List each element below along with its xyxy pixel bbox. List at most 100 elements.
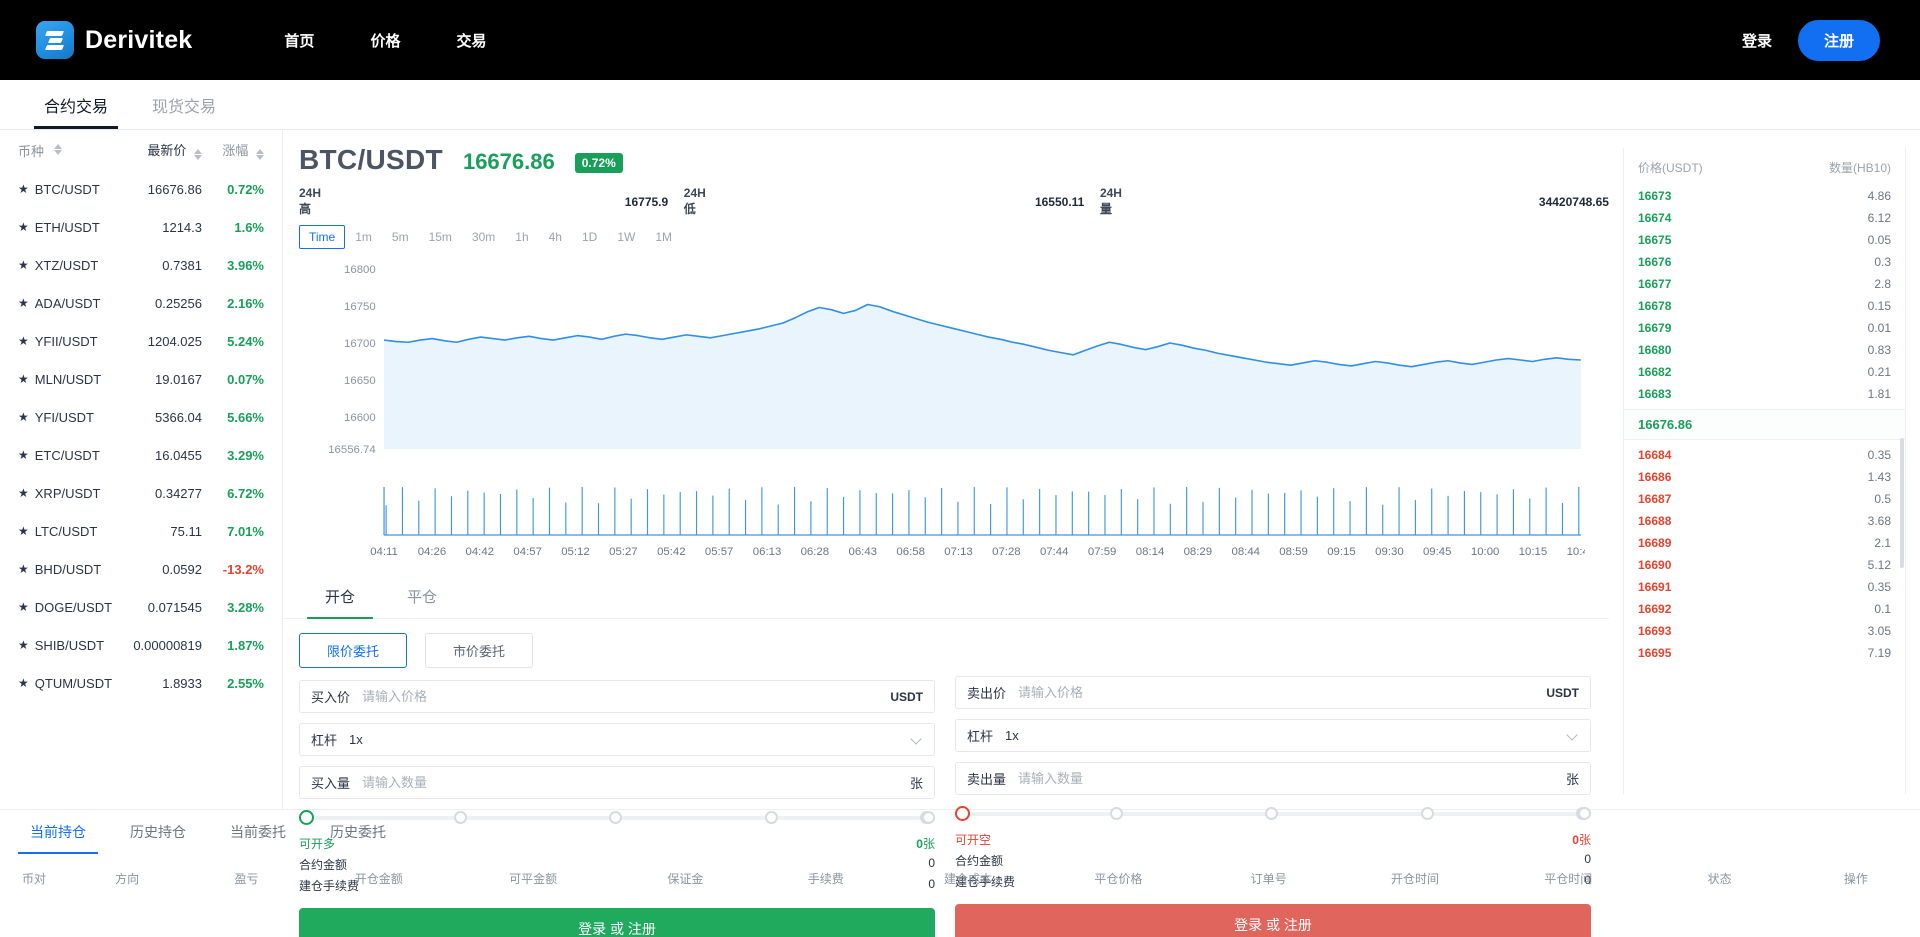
order-book-row[interactable]: 16695 7.19 xyxy=(1624,642,1905,664)
order-book-row[interactable]: 16683 1.81 xyxy=(1624,383,1905,405)
market-list-item[interactable]: ★ YFII/USDT 1204.025 5.24% xyxy=(0,322,282,360)
buy-leverage-select[interactable]: 杠杆 1x xyxy=(299,723,935,756)
sell-amount-field[interactable]: 卖出量 张 xyxy=(955,762,1591,795)
order-book-row[interactable]: 16680 0.83 xyxy=(1624,339,1905,361)
sell-slider-knob-25[interactable] xyxy=(1110,807,1124,820)
register-button[interactable]: 注册 xyxy=(1797,19,1880,61)
market-list-item[interactable]: ★ ETC/USDT 16.0455 3.29% xyxy=(0,436,282,474)
nav-link-prices[interactable]: 价格 xyxy=(370,30,400,51)
order-book-row[interactable]: 16679 0.01 xyxy=(1624,317,1905,339)
column-header-symbol[interactable]: 币种 xyxy=(18,141,122,160)
favorite-star-icon[interactable]: ★ xyxy=(18,221,29,233)
sell-leverage-select[interactable]: 杠杆 1x xyxy=(955,719,1591,752)
order-book-row[interactable]: 16677 2.8 xyxy=(1624,273,1905,295)
nav-link-trade[interactable]: 交易 xyxy=(456,30,486,51)
column-header-change[interactable]: 涨幅 xyxy=(202,140,264,161)
favorite-star-icon[interactable]: ★ xyxy=(18,411,29,423)
buy-slider-knob-end[interactable] xyxy=(922,811,935,824)
order-book-row[interactable]: 16687 0.5 xyxy=(1624,488,1905,510)
sell-slider-knob-end[interactable] xyxy=(1578,807,1591,820)
timeframe-button-4h[interactable]: 4h xyxy=(539,225,572,249)
order-book-row[interactable]: 16691 0.35 xyxy=(1624,576,1905,598)
sort-icon-price[interactable] xyxy=(194,148,202,160)
market-list-item[interactable]: ★ QTUM/USDT 1.8933 2.55% xyxy=(0,664,282,702)
order-book-row[interactable]: 16688 3.68 xyxy=(1624,510,1905,532)
order-book-row[interactable]: 16689 2.1 xyxy=(1624,532,1905,554)
buy-price-input[interactable] xyxy=(362,689,891,704)
sell-login-or-register-button[interactable]: 登录 或 注册 xyxy=(955,904,1591,937)
favorite-star-icon[interactable]: ★ xyxy=(18,449,29,461)
market-list-item[interactable]: ★ MLN/USDT 19.0167 0.07% xyxy=(0,360,282,398)
nav-link-home[interactable]: 首页 xyxy=(284,30,314,51)
column-header-price[interactable]: 最新价 xyxy=(122,140,202,161)
buy-price-field[interactable]: 买入价 USDT xyxy=(299,680,935,713)
timeframe-button-time[interactable]: Time xyxy=(299,225,346,249)
buy-slider-knob-25[interactable] xyxy=(454,811,468,824)
sort-icon-symbol[interactable] xyxy=(54,143,63,155)
order-book-row[interactable]: 16674 6.12 xyxy=(1624,207,1905,229)
positions-tab-2[interactable]: 当前委托 xyxy=(208,810,308,854)
login-link[interactable]: 登录 xyxy=(1742,30,1772,51)
buy-amount-input[interactable] xyxy=(362,775,910,790)
tab-spot-trading[interactable]: 现货交易 xyxy=(130,80,238,129)
market-list-item[interactable]: ★ BTC/USDT 16676.86 0.72% xyxy=(0,170,282,208)
market-list-item[interactable]: ★ YFI/USDT 5366.04 5.66% xyxy=(0,398,282,436)
favorite-star-icon[interactable]: ★ xyxy=(18,677,29,689)
order-book-row[interactable]: 16686 1.43 xyxy=(1624,466,1905,488)
buy-slider-knob-50[interactable] xyxy=(609,811,623,824)
timeframe-button-30m[interactable]: 30m xyxy=(462,225,505,249)
order-book-row[interactable]: 16692 0.1 xyxy=(1624,598,1905,620)
sell-slider-knob-75[interactable] xyxy=(1420,807,1434,820)
timeframe-button-15m[interactable]: 15m xyxy=(419,225,462,249)
timeframe-button-1m[interactable]: 1m xyxy=(345,225,382,249)
order-book-row[interactable]: 16682 0.21 xyxy=(1624,361,1905,383)
buy-slider-knob-75[interactable] xyxy=(764,811,778,824)
favorite-star-icon[interactable]: ★ xyxy=(18,487,29,499)
order-book-scrollbar[interactable] xyxy=(1900,438,1904,568)
tab-futures-trading[interactable]: 合约交易 xyxy=(22,80,130,129)
tab-close-position[interactable]: 平仓 xyxy=(381,575,463,618)
order-book-row[interactable]: 16676 0.3 xyxy=(1624,251,1905,273)
order-book-row[interactable]: 16690 5.12 xyxy=(1624,554,1905,576)
sell-price-input[interactable] xyxy=(1018,685,1547,700)
sell-amount-input[interactable] xyxy=(1018,771,1566,786)
chevron-down-icon[interactable] xyxy=(1568,730,1579,741)
order-book-row[interactable]: 16673 4.86 xyxy=(1624,185,1905,207)
market-list-item[interactable]: ★ SHIB/USDT 0.00000819 1.87% xyxy=(0,626,282,664)
favorite-star-icon[interactable]: ★ xyxy=(18,183,29,195)
order-book-row[interactable]: 16678 0.15 xyxy=(1624,295,1905,317)
timeframe-button-1h[interactable]: 1h xyxy=(505,225,538,249)
timeframe-button-1w[interactable]: 1W xyxy=(607,225,645,249)
buy-amount-field[interactable]: 买入量 张 xyxy=(299,766,935,799)
timeframe-button-1m[interactable]: 1M xyxy=(645,225,682,249)
market-list-item[interactable]: ★ XTZ/USDT 0.7381 3.96% xyxy=(0,246,282,284)
favorite-star-icon[interactable]: ★ xyxy=(18,297,29,309)
positions-tab-1[interactable]: 历史持仓 xyxy=(108,810,208,854)
favorite-star-icon[interactable]: ★ xyxy=(18,601,29,613)
sell-amount-slider[interactable] xyxy=(955,805,1591,823)
price-chart[interactable]: 16800 16750 16700 16650 16600 16556.74 04:11 04… xyxy=(283,255,1609,575)
favorite-star-icon[interactable]: ★ xyxy=(18,373,29,385)
favorite-star-icon[interactable]: ★ xyxy=(18,259,29,271)
chevron-down-icon[interactable] xyxy=(912,734,923,745)
timeframe-button-1d[interactable]: 1D xyxy=(572,225,607,249)
favorite-star-icon[interactable]: ★ xyxy=(18,525,29,537)
positions-tab-0[interactable]: 当前持仓 xyxy=(8,810,108,854)
buy-login-or-register-button[interactable]: 登录 或 注册 xyxy=(299,908,935,937)
market-list-item[interactable]: ★ DOGE/USDT 0.071545 3.28% xyxy=(0,588,282,626)
order-book-row[interactable]: 16675 0.05 xyxy=(1624,229,1905,251)
sell-price-field[interactable]: 卖出价 USDT xyxy=(955,676,1591,709)
market-list-item[interactable]: ★ LTC/USDT 75.11 7.01% xyxy=(0,512,282,550)
tab-open-position[interactable]: 开仓 xyxy=(299,575,381,619)
sell-slider-knob-0[interactable] xyxy=(955,806,970,821)
order-book-row[interactable]: 16684 0.35 xyxy=(1624,444,1905,466)
sort-icon-change[interactable] xyxy=(256,148,264,160)
favorite-star-icon[interactable]: ★ xyxy=(18,335,29,347)
order-book-row[interactable]: 16693 3.05 xyxy=(1624,620,1905,642)
favorite-star-icon[interactable]: ★ xyxy=(18,563,29,575)
order-type-limit[interactable]: 限价委托 xyxy=(299,633,407,668)
timeframe-button-5m[interactable]: 5m xyxy=(382,225,419,249)
sell-slider-knob-50[interactable] xyxy=(1265,807,1279,820)
order-type-market[interactable]: 市价委托 xyxy=(425,633,533,668)
favorite-star-icon[interactable]: ★ xyxy=(18,639,29,651)
